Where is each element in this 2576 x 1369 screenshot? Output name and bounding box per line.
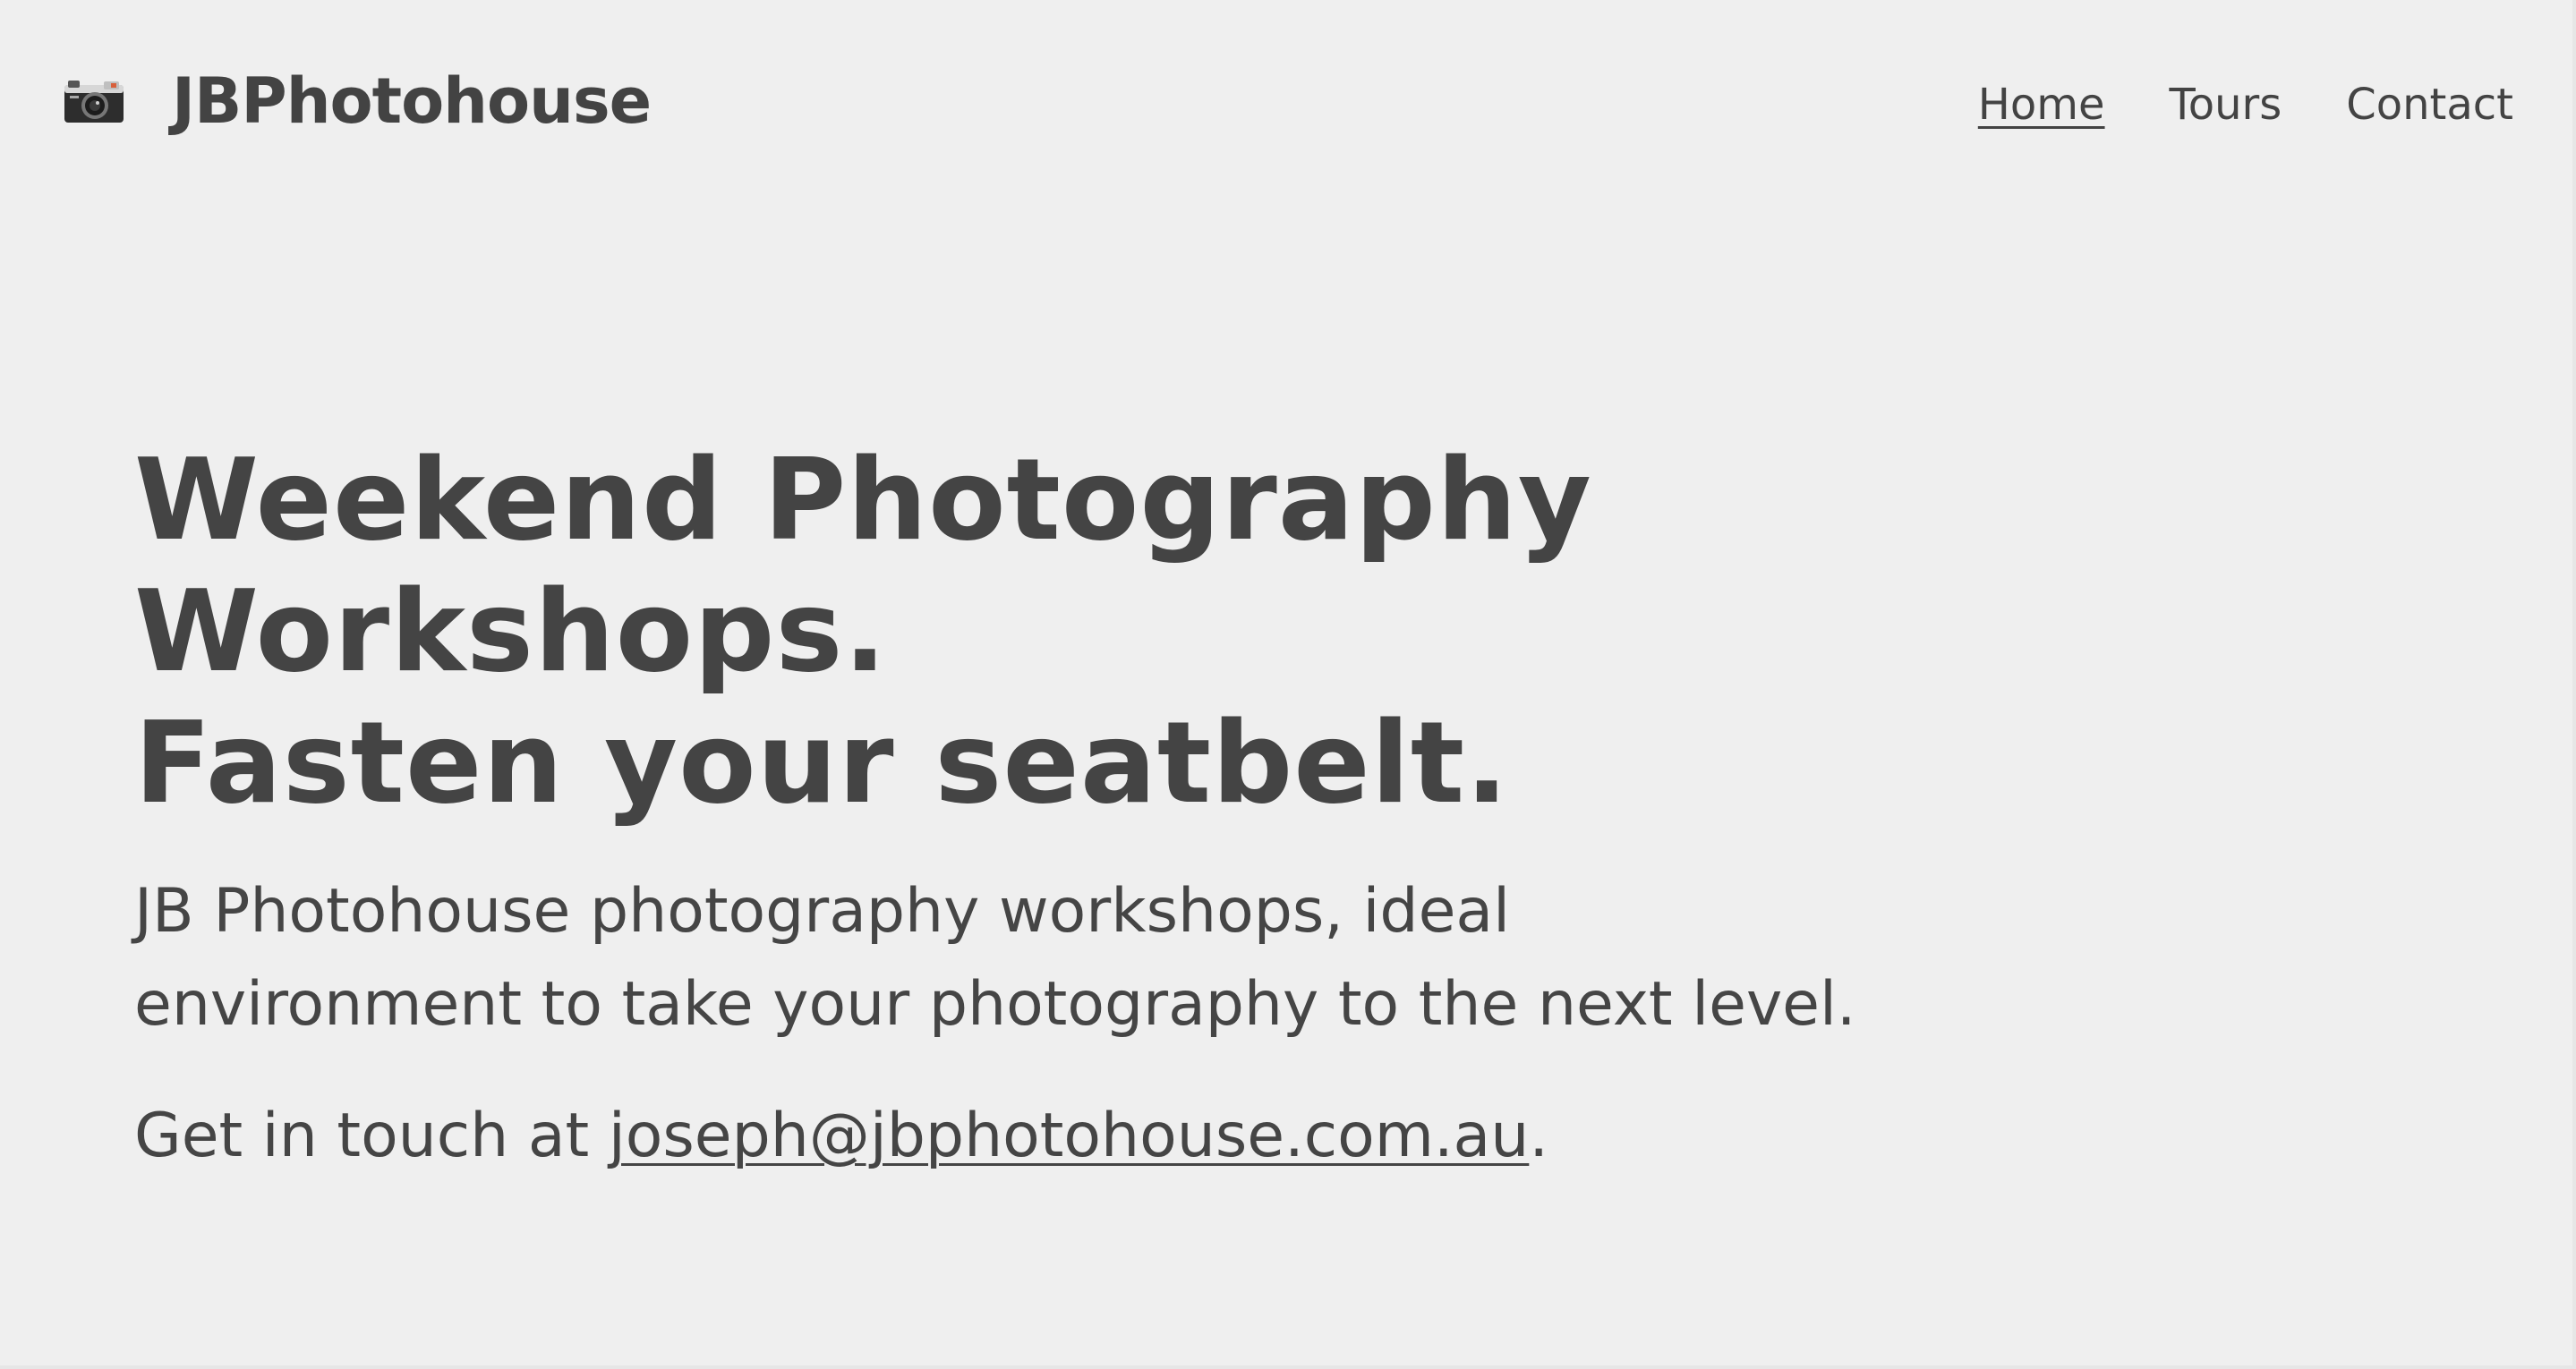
main-navigation: Home Tours Contact: [1978, 83, 2513, 126]
brand-home-link[interactable]: JBPhotohouse: [63, 64, 652, 138]
page: JBPhotohouse Home Tours Contact Weekend …: [0, 0, 2576, 1369]
contact-prefix: Get in touch at: [134, 1101, 609, 1171]
camera-icon: [64, 81, 124, 123]
email-link[interactable]: joseph@jbphotohouse.com.au: [609, 1101, 1530, 1171]
hero-title-line-1: Weekend Photography: [134, 434, 1592, 565]
brand-name: JBPhotohouse: [172, 64, 652, 138]
nav-contact-link[interactable]: Contact: [2346, 83, 2513, 126]
contact-line: Get in touch at joseph@jbphotohouse.com.…: [134, 1090, 1924, 1183]
nav-tours-link[interactable]: Tours: [2170, 83, 2282, 126]
hero-intro-text: JB Photohouse photography workshops, ide…: [134, 876, 1856, 1040]
hero-section: Weekend Photography Workshops. Fasten yo…: [134, 434, 1924, 1183]
hero-title-line-2: Workshops.: [134, 565, 888, 697]
contact-suffix: .: [1529, 1101, 1548, 1171]
hero-title-line-3: Fasten your seatbelt.: [134, 697, 1510, 829]
site-header: JBPhotohouse Home Tours Contact: [0, 0, 2576, 224]
nav-home-link[interactable]: Home: [1978, 83, 2105, 126]
hero-title: Weekend Photography Workshops. Fasten yo…: [134, 434, 1924, 829]
